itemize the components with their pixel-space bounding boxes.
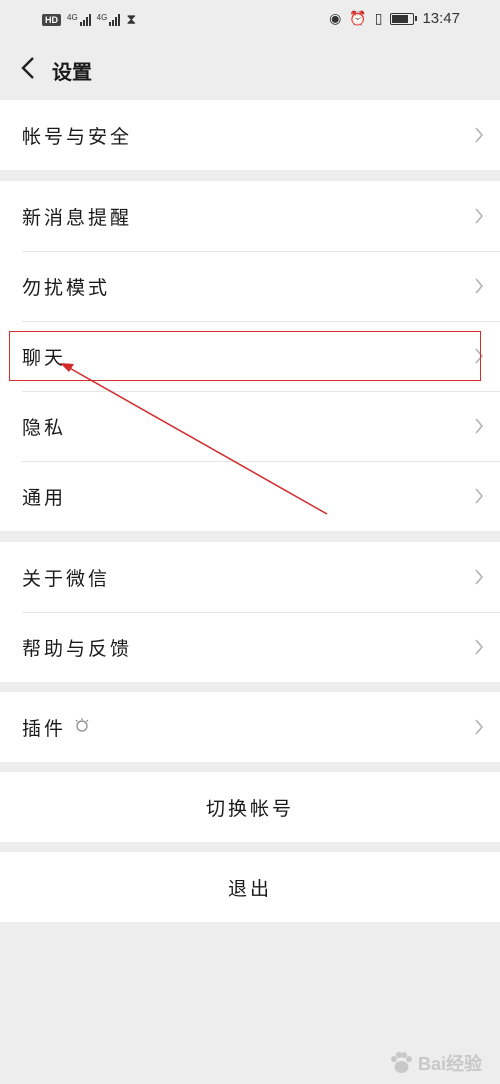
chevron-right-icon [475, 348, 484, 364]
back-button[interactable] [14, 54, 42, 82]
group-logout: 退出 [0, 852, 500, 922]
watermark-text: Bai经验 [417, 1054, 482, 1074]
status-bar: HD 4G 4G ⧗ ◉ ⏰ ▯ 13:47 [0, 0, 500, 38]
item-label: 新消息提醒 [22, 206, 133, 229]
baidu-watermark: Bai经验 [388, 1050, 482, 1076]
paw-icon [390, 1052, 412, 1073]
nav-bar: 设置 [0, 38, 500, 100]
vibrate-icon: ▯ [374, 10, 383, 26]
alarm-icon: ⏰ [349, 10, 367, 26]
group-about: 关于微信 帮助与反馈 [0, 542, 500, 682]
signal-1-icon: 4G [67, 12, 91, 26]
chevron-right-icon [475, 418, 484, 434]
settings-item-plugins[interactable]: 插件 [0, 692, 500, 762]
battery-fill [392, 14, 409, 23]
group-switch-account: 切换帐号 [0, 772, 500, 842]
page-title: 设置 [52, 60, 92, 84]
item-label: 帮助与反馈 [22, 637, 133, 660]
item-label: 通用 [22, 486, 67, 509]
group-plugins: 插件 [0, 692, 500, 762]
item-label: 插件 [22, 717, 67, 740]
chevron-right-icon [475, 569, 484, 585]
item-label: 关于微信 [22, 567, 111, 590]
net-type-1: 4G [67, 12, 78, 22]
eye-icon: ◉ [329, 10, 342, 26]
settings-item-chat[interactable]: 聊天 [0, 321, 500, 391]
settings-item-privacy[interactable]: 隐私 [0, 391, 500, 461]
settings-item-about[interactable]: 关于微信 [0, 542, 500, 612]
chevron-right-icon [475, 488, 484, 504]
settings-item-account-security[interactable]: 帐号与安全 [0, 100, 500, 170]
settings-item-new-message[interactable]: 新消息提醒 [0, 181, 500, 251]
clock: 13:47 [422, 10, 460, 27]
signal-2-icon: 4G [96, 12, 121, 26]
item-label: 帐号与安全 [22, 125, 133, 148]
item-label: 勿扰模式 [22, 276, 111, 299]
settings-item-general[interactable]: 通用 [0, 461, 500, 531]
chevron-right-icon [475, 127, 484, 143]
hourglass-icon: ⧗ [126, 11, 137, 27]
plugin-bulb-icon [74, 717, 90, 737]
chevron-left-icon [21, 57, 34, 79]
chevron-right-icon [475, 278, 484, 294]
switch-account-button[interactable]: 切换帐号 [0, 772, 500, 842]
status-right: ◉ ⏰ ▯ 13:47 [329, 10, 460, 27]
logout-button[interactable]: 退出 [0, 852, 500, 922]
chevron-right-icon [475, 719, 484, 735]
logout-label: 退出 [227, 877, 272, 900]
group-account: 帐号与安全 [0, 100, 500, 170]
net-type-2: 4G [96, 12, 108, 22]
chevron-right-icon [475, 639, 484, 655]
item-label: 聊天 [22, 346, 67, 369]
status-left: HD 4G 4G ⧗ [42, 11, 136, 28]
settings-item-do-not-disturb[interactable]: 勿扰模式 [0, 251, 500, 321]
switch-account-label: 切换帐号 [205, 797, 294, 820]
battery-icon [390, 12, 418, 25]
settings-item-help-feedback[interactable]: 帮助与反馈 [0, 612, 500, 682]
chevron-right-icon [475, 208, 484, 224]
hd-badge: HD [42, 13, 61, 26]
item-label: 隐私 [22, 416, 67, 439]
group-notify: 新消息提醒 勿扰模式 聊天 隐私 通用 [0, 181, 500, 531]
